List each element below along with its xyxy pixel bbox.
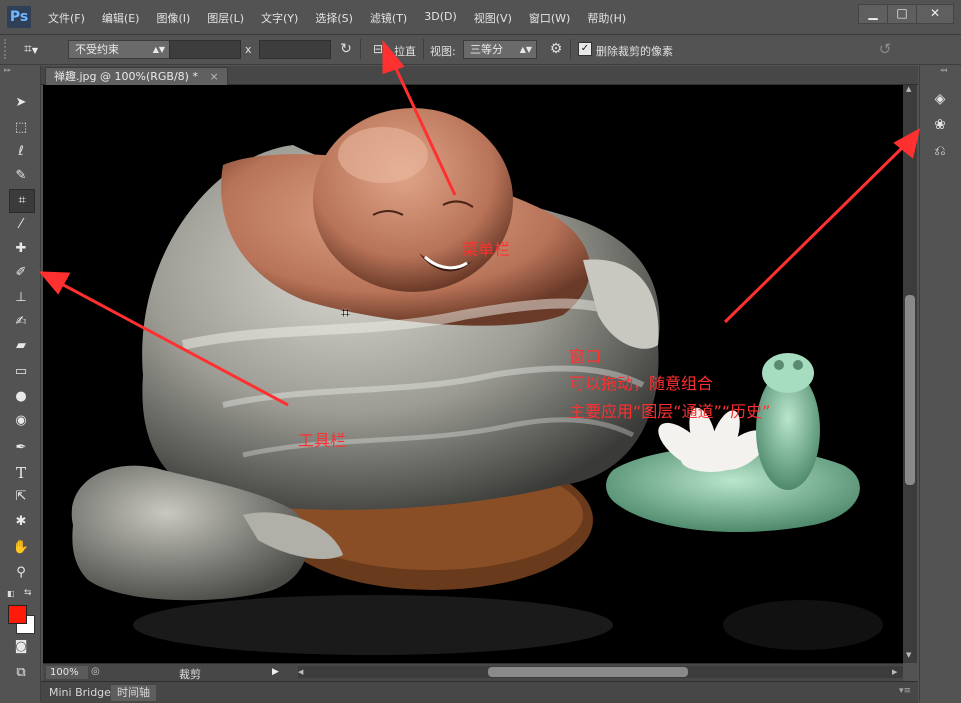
arrow-toolbar (57, 280, 289, 407)
annotation-window-desc: 可以拖动，随意组合 (569, 374, 714, 393)
arrow-menubar-head (382, 39, 405, 75)
arrow-window (723, 143, 907, 324)
arrow-menubar (390, 59, 457, 196)
annotation-window-title: 窗口 (569, 347, 602, 366)
arrow-toolbar-head (38, 271, 71, 295)
annotation-arrows (38, 39, 921, 407)
annotation-toolbar: 工具栏 (298, 431, 347, 450)
annotation-menubar: 菜单栏 (462, 240, 511, 259)
annotation-window-panels: 主要应用“图层“通道”“历史” (569, 402, 771, 421)
